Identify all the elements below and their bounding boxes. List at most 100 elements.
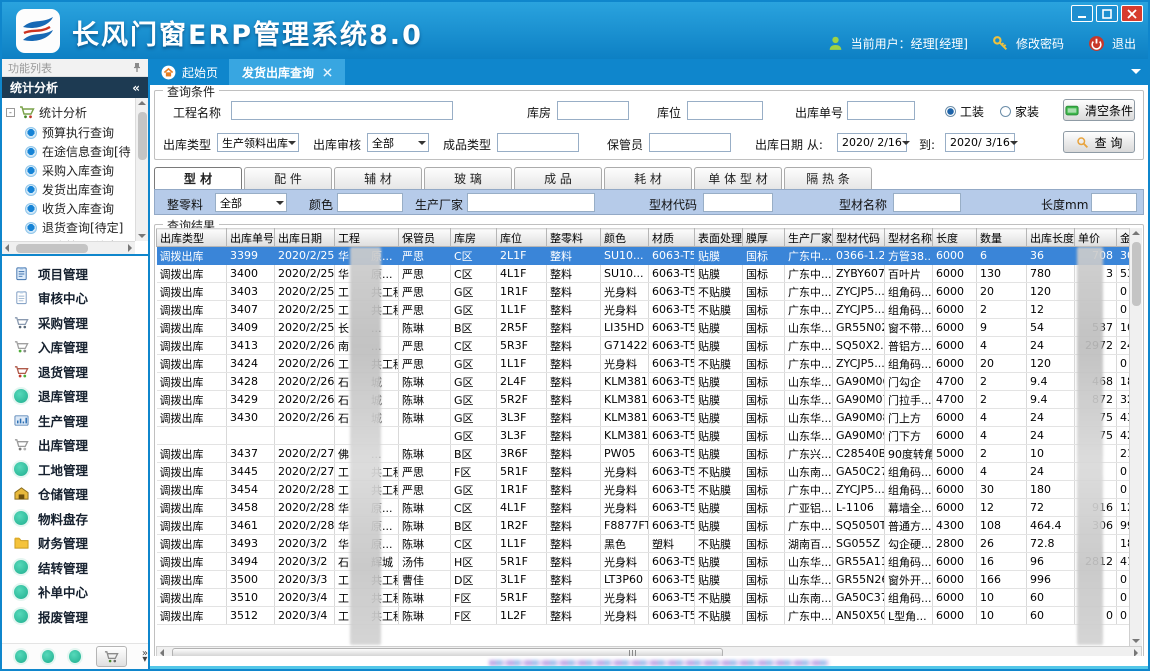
- table-horizontal-scrollbar[interactable]: [156, 646, 1142, 656]
- column-header[interactable]: 出库类型: [157, 229, 227, 247]
- sidebar-section-header[interactable]: 统计分析 «: [2, 77, 148, 98]
- footer-dot-icon[interactable]: [69, 650, 81, 663]
- sidebar-menu-item[interactable]: 退库管理: [2, 384, 148, 409]
- table-row[interactable]: 调拨出库34292020/2/26石 城陈琳G区5R2F整料KLM3817606…: [157, 391, 1135, 409]
- profile-name-input[interactable]: [893, 193, 961, 212]
- tree-item[interactable]: 采购入库查询: [2, 161, 135, 180]
- sidebar-menu-item[interactable]: 出库管理: [2, 433, 148, 458]
- tab-home[interactable]: 起始页: [150, 59, 229, 85]
- radio-home-option[interactable]: 家装: [1000, 103, 1039, 120]
- column-header[interactable]: 整零料: [547, 229, 601, 247]
- tree-item[interactable]: 发货出库查询: [2, 180, 135, 199]
- column-header[interactable]: 长度: [933, 229, 977, 247]
- sidebar-menu-item[interactable]: 入库管理: [2, 335, 148, 360]
- tab-shipment-query[interactable]: 发货出库查询: [229, 59, 345, 85]
- column-header[interactable]: 库房: [451, 229, 497, 247]
- material-tab[interactable]: 型 材: [154, 167, 242, 189]
- order-no-input[interactable]: [847, 101, 915, 120]
- column-header[interactable]: 库位: [497, 229, 547, 247]
- table-row[interactable]: 调拨出库35122020/3/4工 共工程陈琳F区1L2F整料光身料6063-T…: [157, 607, 1135, 625]
- footer-dot-icon[interactable]: [42, 650, 54, 663]
- table-row[interactable]: 调拨出库34942020/3/2石 辉城汤伟H区5R1F整料光身料6063-T5…: [157, 553, 1135, 571]
- table-row[interactable]: 调拨出库35002020/3/3工 共工程曹佳D区3L1F整料LT3P60606…: [157, 571, 1135, 589]
- product-type-input[interactable]: [497, 133, 579, 152]
- tab-close-icon[interactable]: [323, 68, 332, 77]
- tree-root[interactable]: - 统计分析: [2, 101, 135, 123]
- whole-part-select[interactable]: 全部: [215, 193, 287, 212]
- table-row[interactable]: 调拨出库34132020/2/26南 ...严思C区5R3F整料G7142260…: [157, 337, 1135, 355]
- column-header[interactable]: 生产厂家: [785, 229, 833, 247]
- footer-dot-icon[interactable]: [15, 650, 27, 663]
- column-header[interactable]: 表面处理: [695, 229, 743, 247]
- tree-item[interactable]: 在途信息查询[待: [2, 142, 135, 161]
- column-header[interactable]: 膜厚: [743, 229, 785, 247]
- sidebar-menu-item[interactable]: 财务管理: [2, 531, 148, 556]
- footer-cart-button[interactable]: [96, 646, 127, 667]
- material-tab[interactable]: 成 品: [514, 167, 602, 189]
- tree-item[interactable]: 预算执行查询: [2, 123, 135, 142]
- sidebar-menu-item[interactable]: 物料盘存: [2, 506, 148, 531]
- sidebar-menu-item[interactable]: 项目管理: [2, 261, 148, 286]
- sidebar-menu-item[interactable]: 采购管理: [2, 310, 148, 335]
- material-tab[interactable]: 玻 璃: [424, 167, 512, 189]
- table-row[interactable]: 调拨出库34612020/2/28华 原...陈琳B区1R2F整料F8877FT…: [157, 517, 1135, 535]
- table-row[interactable]: 调拨出库35102020/3/4工 共工程陈琳F区5R1F整料光身料6063-T…: [157, 589, 1135, 607]
- sidebar-menu-item[interactable]: 仓储管理: [2, 482, 148, 507]
- column-header[interactable]: 单价: [1075, 229, 1117, 247]
- table-row[interactable]: G区3L3F整料KLM38176063-T5贴膜国标山东华...GA90M09.…: [157, 427, 1135, 445]
- column-header[interactable]: 型材名称: [885, 229, 933, 247]
- column-header[interactable]: 出库单号: [227, 229, 275, 247]
- column-header[interactable]: 保管员: [399, 229, 451, 247]
- column-header[interactable]: 材质: [649, 229, 695, 247]
- change-password-link[interactable]: 修改密码: [1016, 35, 1064, 52]
- material-tab[interactable]: 配 件: [244, 167, 332, 189]
- search-button[interactable]: 查 询: [1063, 131, 1135, 153]
- column-header[interactable]: 出库长度: [1027, 229, 1075, 247]
- table-row[interactable]: 调拨出库34282020/2/26石 城陈琳G区2L4F整料KLM3817606…: [157, 373, 1135, 391]
- tree-horizontal-scrollbar[interactable]: [2, 241, 135, 254]
- color-input[interactable]: [337, 193, 403, 212]
- sidebar-menu-item[interactable]: 结转管理: [2, 555, 148, 580]
- table-row[interactable]: 调拨出库34032020/2/25工 共工程严思G区1R1F整料光身料6063-…: [157, 283, 1135, 301]
- clear-conditions-button[interactable]: 清空条件: [1063, 99, 1135, 121]
- material-tab[interactable]: 单 体 型 材: [694, 167, 782, 189]
- table-row[interactable]: 调拨出库34932020/3/2华 原...陈琳C区1L1F整料黑色塑料不贴膜国…: [157, 535, 1135, 553]
- tree-item[interactable]: 收货入库查询: [2, 199, 135, 218]
- sidebar-menu-item[interactable]: 审核中心: [2, 286, 148, 311]
- project-name-input[interactable]: [231, 101, 453, 120]
- footer-more-button[interactable]: »▾: [142, 651, 148, 663]
- table-row[interactable]: 调拨出库34542020/2/28工 共工程严思G区1R1F整料光身料6063-…: [157, 481, 1135, 499]
- length-input[interactable]: [1091, 193, 1137, 212]
- collapse-icon[interactable]: «: [132, 81, 140, 95]
- radio-work-option[interactable]: 工装: [945, 103, 984, 120]
- sidebar-menu-item[interactable]: 退货管理: [2, 359, 148, 384]
- table-row[interactable]: 调拨出库34242020/2/26工 共工程严思G区1L1F整料光身料6063-…: [157, 355, 1135, 373]
- column-header[interactable]: 出库日期: [275, 229, 335, 247]
- column-header[interactable]: 型材代码: [833, 229, 885, 247]
- profile-code-input[interactable]: [703, 193, 773, 212]
- tree-vertical-scrollbar[interactable]: [135, 98, 148, 241]
- audit-select[interactable]: 全部: [367, 133, 429, 152]
- table-row[interactable]: 调拨出库34072020/2/25工 共工程严思G区1L1F整料光身料6063-…: [157, 301, 1135, 319]
- material-tab[interactable]: 隔 热 条: [784, 167, 872, 189]
- sidebar-menu-item[interactable]: 生产管理: [2, 408, 148, 433]
- date-from-select[interactable]: 2020/ 2/16: [837, 133, 907, 152]
- close-button[interactable]: [1121, 5, 1143, 22]
- warehouse-input[interactable]: [557, 101, 629, 120]
- logout-link[interactable]: 退出: [1112, 35, 1136, 52]
- material-tab[interactable]: 辅 材: [334, 167, 422, 189]
- outbound-type-select[interactable]: 生产领料出库: [217, 133, 299, 152]
- tab-overflow-icon[interactable]: [1131, 69, 1141, 79]
- table-vertical-scrollbar[interactable]: [1129, 228, 1142, 646]
- table-row[interactable]: 调拨出库34582020/2/28华 原...陈琳C区4L1F整料光身料6063…: [157, 499, 1135, 517]
- tree-expander-icon[interactable]: -: [6, 108, 15, 117]
- maximize-button[interactable]: [1096, 5, 1118, 22]
- minimize-button[interactable]: [1071, 5, 1093, 22]
- table-row[interactable]: 调拨出库33992020/2/25华 原...严思C区2L1F整料SU10...…: [157, 247, 1135, 265]
- column-header[interactable]: 颜色: [601, 229, 649, 247]
- material-tab[interactable]: 耗 材: [604, 167, 692, 189]
- date-to-select[interactable]: 2020/ 3/16: [945, 133, 1015, 152]
- table-row[interactable]: 调拨出库34302020/2/26石 城陈琳G区3L3F整料KLM3817606…: [157, 409, 1135, 427]
- pin-icon[interactable]: [132, 62, 142, 73]
- table-row[interactable]: 调拨出库34372020/2/27佛 ...陈琳B区3R6F整料PW056063…: [157, 445, 1135, 463]
